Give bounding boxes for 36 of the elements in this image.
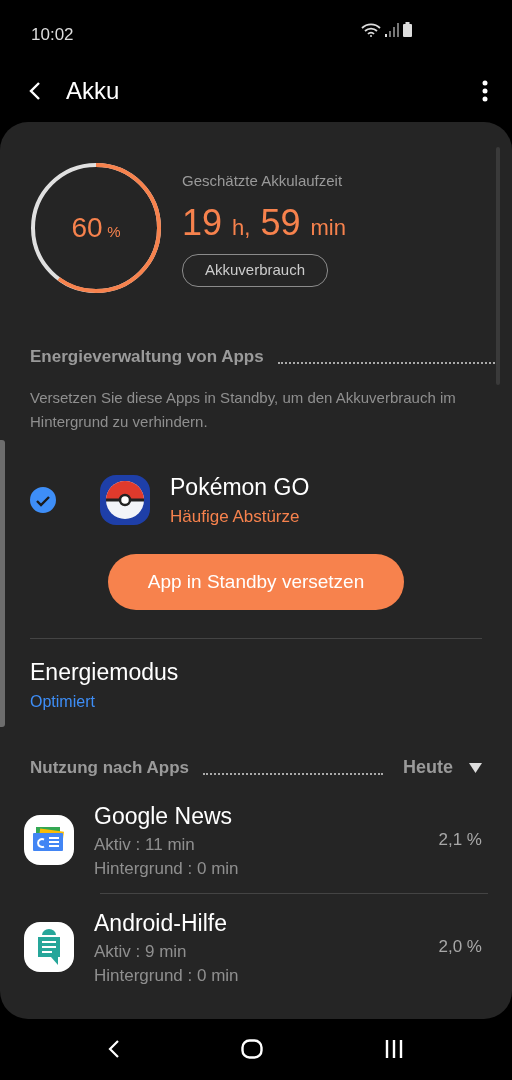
battery-usage-button[interactable]: Akkuverbrauch [182,254,329,287]
section-description: Versetzen Sie diese Apps in Standby, um den Akkuverbrauch im Hintergrund zu verhindern. [30,387,457,432]
home-icon[interactable] [241,1039,263,1059]
background-time: Hintergrund : 0 min [94,964,240,987]
background-time: Hintergrund : 0 min [94,857,240,880]
page-title: Akku [66,76,120,106]
recent-apps-icon[interactable] [383,1039,404,1059]
checkbox[interactable] [30,486,56,513]
app-name: Android-Hilfe [94,908,228,938]
app-name: Google News [94,801,234,831]
estimated-time: 19 h, 59 min [182,201,346,245]
period-dropdown[interactable]: Heute [403,753,453,781]
dropdown-caret-icon[interactable] [469,762,482,773]
power-mode-title[interactable]: Energiemodus [30,655,482,690]
active-time: Aktiv : 11 min [94,834,196,856]
section-title: Nutzung nach Apps [30,757,189,779]
battery-icon [403,22,412,37]
app-name: Pokémon GO [170,472,310,502]
power-mode-value: Optimiert [30,691,96,712]
app-issue: Häufige Abstürze [170,506,301,528]
battery-percent: 60% [71,211,121,245]
status-time: 10:02 [31,24,74,46]
more-options-icon[interactable] [482,80,488,102]
usage-share: 2,1 % [438,828,482,851]
signal-icon [385,22,399,37]
wifi-icon [361,22,381,37]
back-icon[interactable] [28,81,42,101]
edge-handle[interactable] [0,440,5,727]
ball-app-icon [100,474,150,525]
usage-share: 2,0 % [438,935,482,958]
robot-chat-app-icon [24,921,74,972]
estimate-label: Geschätzte Akkulaufzeit [182,170,344,191]
active-time: Aktiv : 9 min [94,941,188,964]
newspaper-app-icon [24,814,74,865]
section-title: Energieverwaltung von Apps [30,346,264,368]
back-icon[interactable] [108,1039,121,1059]
